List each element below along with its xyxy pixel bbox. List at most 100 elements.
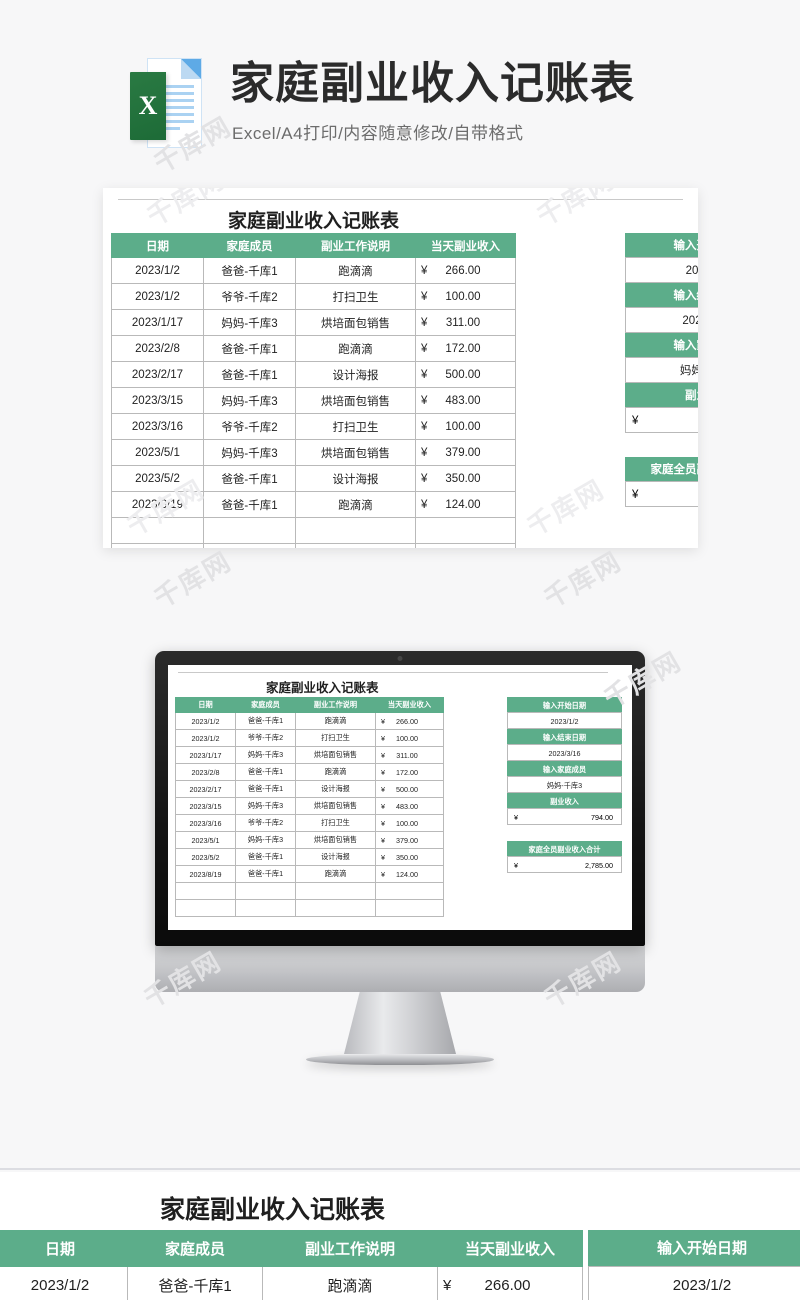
panel-end-date-value[interactable]: 2023/3/16 [507, 744, 622, 761]
currency-symbol: ¥ [421, 368, 428, 381]
currency-symbol: ¥ [421, 446, 428, 459]
cell-member [235, 882, 296, 900]
cell-amount: ¥124.00 [375, 865, 444, 883]
cell-work: 设计海报 [295, 361, 416, 388]
section-divider [0, 1168, 800, 1170]
currency-symbol: ¥ [632, 489, 639, 501]
panel-total-label: 家庭全员副业收入合计 [507, 841, 622, 856]
cell-member: 妈妈-千库3 [203, 387, 296, 414]
cell-member [203, 543, 296, 548]
cell-date: 2023/1/2 [0, 1266, 128, 1300]
page-header: X 家庭副业收入记账表 Excel/A4打印/内容随意修改/自带格式 [130, 55, 730, 165]
cell-amount: ¥100.00 [375, 729, 444, 747]
table-row: 2023/3/15 妈妈-千库3 烘培面包销售 ¥483.00 [175, 797, 444, 815]
cell-amount [415, 517, 516, 544]
cell-date: 2023/2/8 [111, 335, 204, 362]
cell-member: 妈妈-千库3 [203, 309, 296, 336]
cell-work: 跑滴滴 [295, 257, 416, 284]
excel-x-letter: X [138, 91, 158, 120]
cell-amount: ¥100.00 [415, 283, 516, 310]
table-row: 2023/2/8 爸爸-千库1 跑滴滴 ¥172.00 [175, 763, 444, 781]
income-table: 日期 家庭成员 副业工作说明 当天副业收入 2023/1/2 爸爸-千库1 跑滴滴 ¥266… [0, 1230, 583, 1300]
amount-value: 266.00 [396, 716, 418, 726]
currency-symbol: ¥ [421, 316, 428, 329]
column-header-2: 副业工作说明 [295, 233, 416, 258]
cell-work: 打扫卫生 [295, 729, 376, 747]
table-row: 2023/2/17 爸爸-千库1 设计海报 ¥500.00 [175, 780, 444, 798]
cell-work: 设计海报 [295, 780, 376, 798]
currency-symbol: ¥ [421, 394, 428, 407]
amount-value: 100.00 [445, 290, 481, 303]
cell-date: 2023/3/15 [175, 797, 236, 815]
cell-date: 2023/2/8 [175, 763, 236, 781]
amount-value: 379.00 [445, 446, 481, 459]
cell-member: 妈妈-千库3 [235, 797, 296, 815]
table-row: 2023/5/2 爸爸-千库1 设计海报 ¥350.00 [111, 465, 516, 492]
cell-date: 2023/8/19 [175, 865, 236, 883]
cell-amount: ¥124.00 [415, 491, 516, 518]
panel-total-label: 家庭全员副业收入合计 [625, 457, 698, 481]
cell-member: 爸爸-千库1 [203, 361, 296, 388]
cell-work: 设计海报 [295, 848, 376, 866]
table-row: 2023/3/16 爷爷-千库2 打扫卫生 ¥100.00 [175, 814, 444, 832]
currency-symbol: ¥ [381, 835, 385, 845]
table-row: 2023/5/1 妈妈-千库3 烘培面包销售 ¥379.00 [111, 439, 516, 466]
currency-symbol: ¥ [421, 290, 428, 303]
amount-value: 311.00 [396, 750, 418, 760]
cell-amount: ¥500.00 [415, 361, 516, 388]
cell-date: 2023/2/17 [111, 361, 204, 388]
currency-symbol: ¥ [381, 733, 385, 743]
currency-symbol: ¥ [381, 784, 385, 794]
panel-start-date-value[interactable]: 2023/1/2 [507, 712, 622, 729]
currency-symbol: ¥ [421, 420, 428, 433]
panel-member-label: 输入家庭成员 [625, 333, 698, 357]
cell-member: 爸爸-千库1 [235, 763, 296, 781]
cell-amount: ¥100.00 [415, 413, 516, 440]
title-rule [178, 672, 608, 673]
monitor-stand-neck [344, 992, 456, 1054]
watermark: 千库网 [141, 188, 230, 232]
panel-start-date-value[interactable]: 2023/1/2 [625, 257, 698, 283]
currency-symbol: ¥ [421, 264, 428, 277]
cell-work: 跑滴滴 [295, 335, 416, 362]
monitor-bezel: 家庭副业收入记账表 日期 家庭成员 副业工作说明 当天副业收入 2023/1/2 爸爸-… [155, 651, 645, 946]
cell-date: 2023/5/1 [175, 831, 236, 849]
cell-amount [415, 543, 516, 548]
cell-work: 烘培面包销售 [295, 309, 416, 336]
filter-panel: 输入开始日期2023/1/2输入结束日期2023/3/16输入家庭成员妈妈-千库… [507, 697, 622, 873]
amount-value: 266.00 [484, 1277, 531, 1294]
table-row: 2023/1/17 妈妈-千库3 烘培面包销售 ¥311.00 [175, 746, 444, 764]
panel-income-value: ¥794.00 [625, 407, 698, 433]
monitor-mockup: 家庭副业收入记账表 日期 家庭成员 副业工作说明 当天副业收入 2023/1/2 爸爸-… [155, 651, 645, 1065]
cell-amount: ¥483.00 [375, 797, 444, 815]
cell-member: 爷爷-千库2 [203, 413, 296, 440]
monitor-chin [155, 946, 645, 992]
panel-member-value[interactable]: 妈妈-千库3 [507, 776, 622, 793]
cell-amount: ¥311.00 [415, 309, 516, 336]
currency-symbol: ¥ [381, 801, 385, 811]
watermark: 千库网 [148, 545, 237, 614]
table-body: 2023/1/2爸爸-千库1跑滴滴¥266.002023/1/2爷爷-千库2打扫… [0, 1266, 583, 1300]
panel-income-label: 副业收入 [625, 383, 698, 407]
cell-work: 跑滴滴 [295, 491, 416, 518]
panel-end-date-value[interactable]: 2023/3/16 [625, 307, 698, 333]
column-header-2: 副业工作说明 [262, 1230, 438, 1267]
table-row: 2023/3/15 妈妈-千库3 烘培面包销售 ¥483.00 [111, 387, 516, 414]
cell-date: 2023/1/17 [111, 309, 204, 336]
column-header-0: 日期 [111, 233, 204, 258]
cell-amount: ¥172.00 [415, 335, 516, 362]
income-table: 日期 家庭成员 副业工作说明 当天副业收入 2023/1/2 爸爸-千库1 跑滴滴 ¥266… [175, 697, 444, 917]
cell-member: 爸爸-千库1 [203, 465, 296, 492]
panel-end-date-label: 输入结束日期 [507, 729, 622, 744]
cell-member: 爸爸-千库1 [235, 848, 296, 866]
column-header-0: 日期 [175, 697, 236, 713]
spreadsheet-preview-card: 家庭副业收入记账表 日期 家庭成员 副业工作说明 当天副业收入 2023/1/2 爸爸-… [103, 188, 698, 548]
sheet-title: 家庭副业收入记账表 [228, 211, 400, 232]
table-row: 2023/1/2 爸爸-千库1 跑滴滴 ¥266.00 [111, 257, 516, 284]
cell-date: 2023/8/19 [111, 491, 204, 518]
currency-symbol: ¥ [381, 767, 385, 777]
panel-member-value[interactable]: 妈妈-千库3 [625, 357, 698, 383]
panel-start-date-value[interactable]: 2023/1/2 [588, 1266, 800, 1300]
table-row: 2023/1/2 爸爸-千库1 跑滴滴 ¥266.00 [175, 712, 444, 730]
currency-symbol: ¥ [514, 861, 518, 870]
